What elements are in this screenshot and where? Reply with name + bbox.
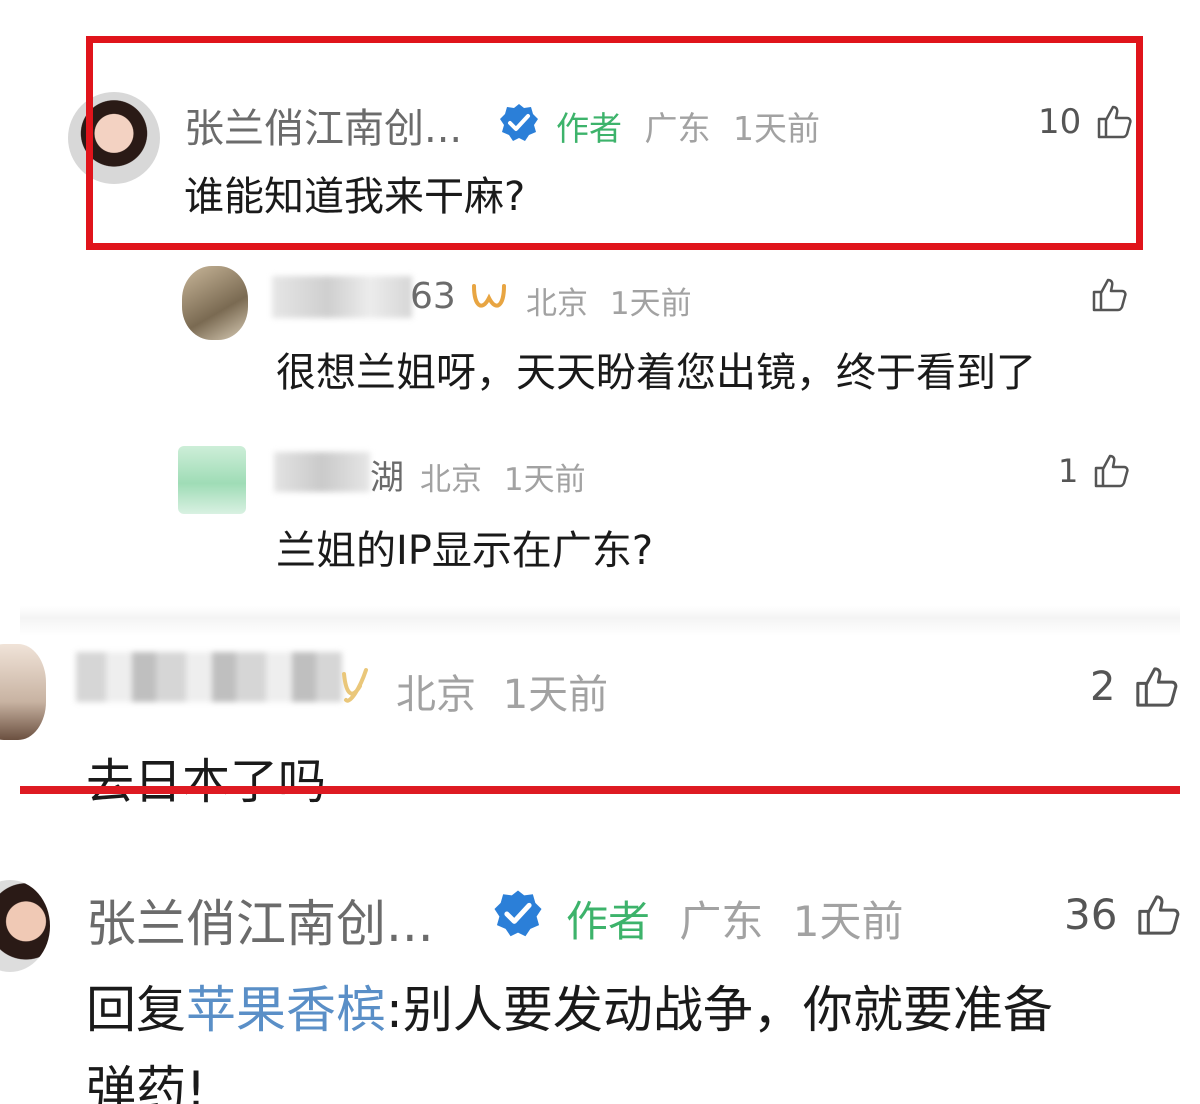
comment-username[interactable]: 张兰俏江南创... bbox=[86, 884, 434, 956]
thumbs-up-icon bbox=[1095, 454, 1129, 488]
username-suffix[interactable]: 63 bbox=[410, 276, 456, 317]
location: 北京 bbox=[526, 286, 588, 322]
author-tag: 作者 bbox=[566, 897, 651, 946]
divider bbox=[20, 606, 1180, 636]
location: 北京 bbox=[420, 462, 482, 498]
location: 北京 bbox=[396, 672, 476, 718]
like-button[interactable]: 36 bbox=[1064, 890, 1181, 939]
like-button[interactable] bbox=[1090, 276, 1128, 314]
blurred-username bbox=[272, 276, 412, 318]
avatar[interactable] bbox=[0, 880, 50, 972]
timestamp: 1天前 bbox=[502, 672, 609, 718]
vip-ribbon-icon bbox=[472, 284, 506, 308]
blurred-username bbox=[76, 652, 342, 702]
location: 广东 bbox=[679, 897, 764, 946]
comment-meta: 北京 1天前 bbox=[396, 662, 608, 720]
thumbs-up-icon bbox=[1138, 894, 1180, 935]
timestamp: 1天前 bbox=[792, 897, 904, 946]
like-count: 36 bbox=[1064, 890, 1118, 939]
highlight-underline bbox=[20, 786, 1180, 794]
comment-text: 很想兰姐呀，天天盼着您出镜，终于看到了 bbox=[276, 350, 1036, 396]
like-button[interactable]: 1 bbox=[1058, 452, 1130, 490]
avatar[interactable] bbox=[0, 644, 46, 740]
timestamp: 1天前 bbox=[503, 462, 586, 498]
timestamp: 1天前 bbox=[609, 286, 692, 322]
avatar[interactable] bbox=[182, 266, 248, 340]
verified-badge-icon bbox=[494, 890, 542, 937]
comment-meta: 北京 1天前 bbox=[526, 278, 692, 323]
thumbs-up-icon bbox=[1092, 278, 1127, 312]
comment-text: 兰姐的IP显示在广东? bbox=[276, 528, 654, 574]
comment-text-line1: :别人要发动战争，你就要准备 bbox=[386, 981, 1053, 1039]
comment-text: 去日本了吗 bbox=[86, 754, 327, 810]
comment-meta: 作者 广东 1天前 bbox=[566, 888, 903, 949]
like-button[interactable]: 2 bbox=[1090, 664, 1179, 710]
comment-meta: 北京 1天前 bbox=[420, 454, 586, 499]
comment-text: 回复苹果香槟:别人要发动战争，你就要准备 bbox=[86, 970, 1053, 1042]
like-count: 1 bbox=[1058, 452, 1079, 490]
reply-target-link[interactable]: 苹果香槟 bbox=[186, 981, 386, 1039]
reply-prefix: 回复 bbox=[86, 981, 186, 1039]
thumbs-up-icon bbox=[1136, 667, 1178, 707]
avatar[interactable] bbox=[178, 446, 246, 514]
username-suffix[interactable]: 湖 bbox=[370, 450, 404, 499]
comment-thread: 张兰俏江南创... 作者 广东 1天前 10 谁能知道我来干麻? 63 北京 1… bbox=[0, 0, 1200, 1104]
highlight-box bbox=[86, 36, 1143, 250]
vip-ribbon-icon bbox=[342, 668, 368, 703]
like-count: 2 bbox=[1090, 664, 1116, 710]
blurred-username bbox=[274, 452, 370, 492]
comment-text-line2: 弹药! bbox=[86, 1061, 207, 1104]
